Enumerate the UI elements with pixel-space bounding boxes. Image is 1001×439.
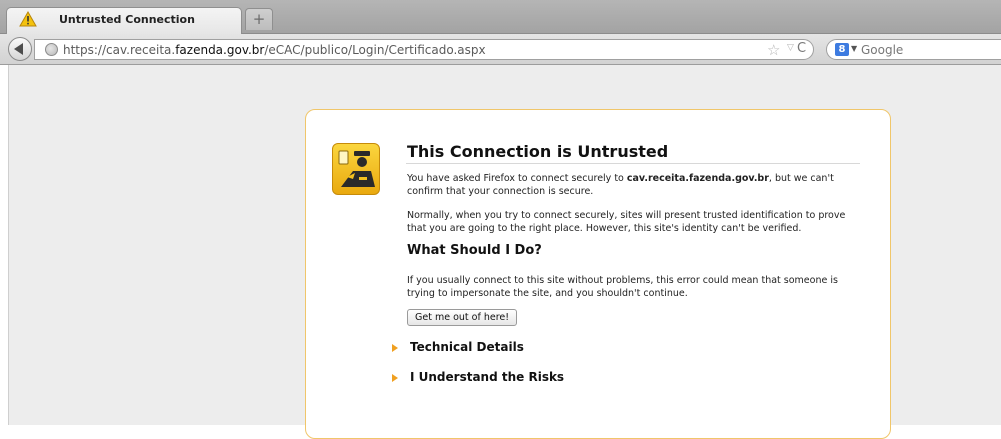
url-path: /eCAC/publico/Login/Certificado.aspx [264, 43, 486, 57]
host-name: cav.receita.fazenda.gov.br [626, 173, 769, 184]
back-arrow-icon [14, 43, 23, 55]
title-divider [406, 163, 860, 164]
police-officer-icon [332, 143, 380, 195]
page-content: This Connection is Untrusted You have as… [8, 65, 1001, 439]
technical-details-expander[interactable]: Technical Details [392, 340, 524, 354]
tab-untrusted-connection[interactable]: Untrusted Connection [6, 7, 242, 34]
tab-strip: Untrusted Connection + [0, 0, 1001, 34]
navigation-bar: https://cav.receita.fazenda.gov.br/eCAC/… [0, 34, 1001, 65]
understand-risks-expander[interactable]: I Understand the Risks [392, 370, 564, 384]
error-card: This Connection is Untrusted You have as… [305, 109, 891, 439]
warning-icon [19, 11, 37, 27]
advice-paragraph: If you usually connect to this site with… [407, 275, 838, 299]
expand-arrow-icon [392, 373, 398, 382]
url-bar[interactable]: https://cav.receita.fazenda.gov.br/eCAC/… [34, 39, 814, 60]
get-me-out-button[interactable]: Get me out of here! [407, 309, 518, 326]
url-dropdown-icon[interactable]: ▽ [787, 43, 794, 53]
tab-title: Untrusted Connection [59, 13, 195, 26]
url-text[interactable]: https://cav.receita.fazenda.gov.br/eCAC/… [63, 43, 486, 57]
search-engine-icon[interactable]: 8 [835, 43, 849, 56]
search-input[interactable]: Google [861, 43, 903, 57]
new-tab-button[interactable]: + [245, 8, 273, 30]
intro-paragraph: You have asked Firefox to connect secure… [407, 173, 834, 197]
what-should-i-do-heading: What Should I Do? [407, 243, 542, 258]
search-engine-caret-icon[interactable]: ▼ [851, 44, 857, 53]
reload-icon[interactable]: C [797, 41, 806, 56]
search-bar[interactable]: 8 ▼ Google [826, 39, 1001, 60]
url-prefix: https://cav.receita. [63, 43, 176, 57]
bookmark-star-icon[interactable]: ☆ [767, 41, 780, 59]
explanation-paragraph: Normally, when you try to connect secure… [407, 210, 846, 234]
back-button[interactable] [8, 37, 32, 61]
page-title: This Connection is Untrusted [407, 142, 669, 161]
globe-icon [45, 43, 58, 56]
url-domain: fazenda.gov.br [175, 43, 265, 57]
expand-arrow-icon [392, 343, 398, 352]
